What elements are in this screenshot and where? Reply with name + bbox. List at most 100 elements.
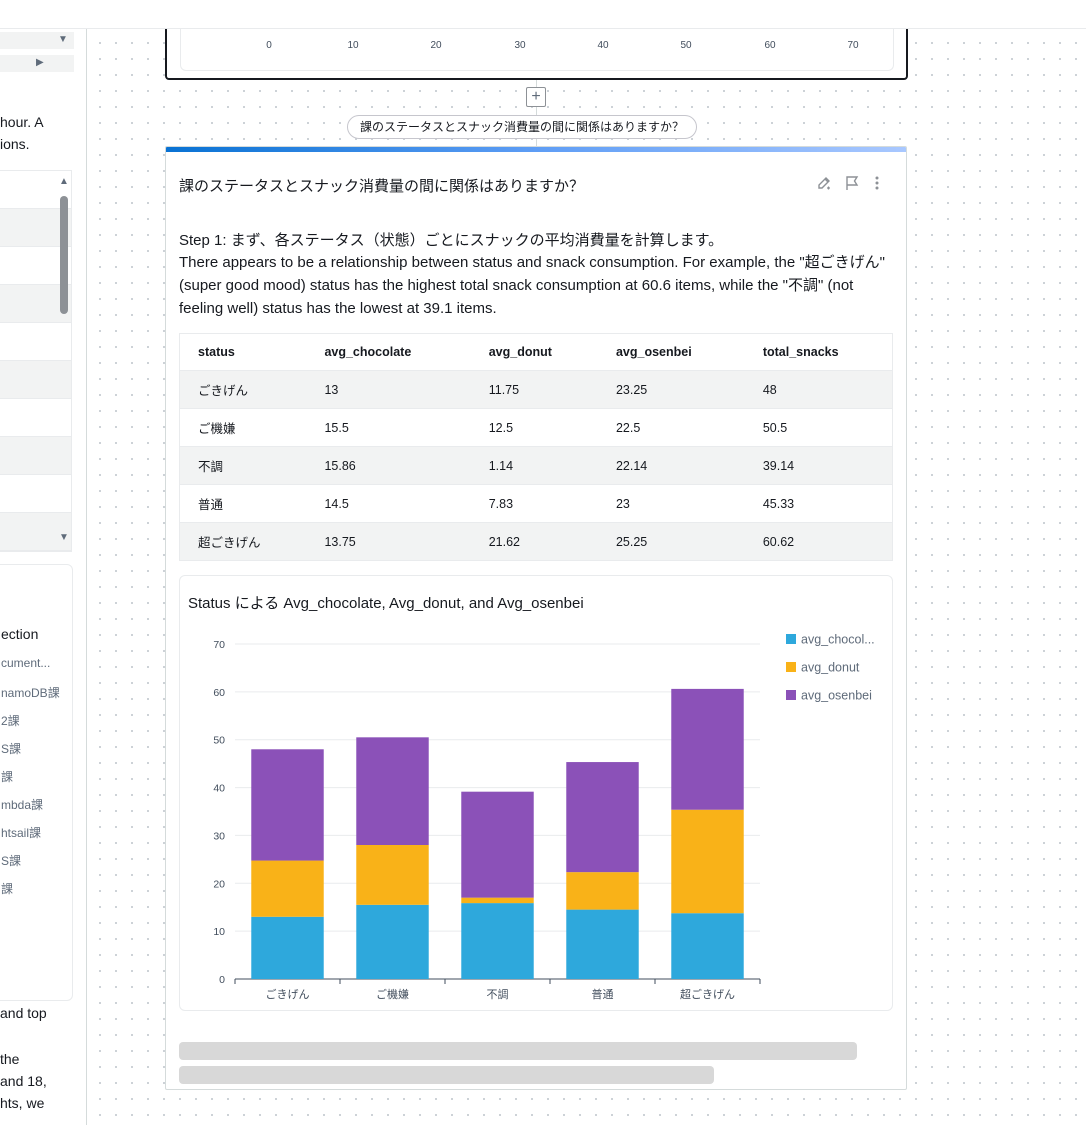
x-tick-label: 20 [430, 40, 442, 51]
column-header[interactable]: status [179, 333, 307, 371]
x-tick-label: ごきげん [266, 987, 310, 1001]
table-cell: 45.33 [744, 484, 893, 523]
table-cell: 22.14 [597, 446, 745, 485]
table-cell: 60.62 [744, 522, 893, 561]
x-tick-label: 普通 [592, 987, 614, 1001]
table-cell: 48 [744, 370, 893, 409]
scrollbar[interactable]: ▲ ▼ [56, 170, 72, 552]
x-tick-label: 30 [514, 40, 526, 51]
x-tick-label: 不調 [487, 987, 509, 1001]
legend-label: avg_osenbei [801, 689, 872, 703]
table-cell: 23 [597, 484, 745, 523]
table-cell: ごきげん [179, 370, 307, 409]
bar-segment [251, 916, 324, 979]
table-cell: ご機嫌 [179, 408, 307, 447]
result-table: status avg_chocolate avg_donut avg_osenb… [179, 333, 893, 561]
left-text-line: ions. [0, 136, 30, 152]
scroll-up-icon[interactable]: ▲ [59, 176, 69, 187]
column-header[interactable]: avg_osenbei [597, 333, 745, 371]
bar-segment [356, 737, 429, 845]
table-cell: 11.75 [470, 370, 598, 409]
legend-label: avg_donut [801, 661, 860, 675]
table-cell: 1.14 [470, 446, 598, 485]
section-heading: ection [1, 626, 39, 642]
bar-segment [251, 749, 324, 861]
table-cell: 不調 [179, 446, 307, 485]
left-text-line: and top [0, 1005, 47, 1021]
table-row: 超ごきげん 13.75 21.62 25.25 60.62 [179, 522, 893, 561]
notebook-canvas: 0 10 20 30 40 50 60 70 + 課のステータスとスナック消費量… [88, 29, 1086, 1125]
table-cell: 23.25 [597, 370, 745, 409]
y-tick-label: 20 [213, 878, 225, 890]
list-item[interactable]: htsail課 [1, 824, 41, 841]
caret-down-icon[interactable]: ▼ [58, 34, 68, 45]
table-cell: 21.62 [470, 522, 598, 561]
left-text-line: and 18, [0, 1073, 47, 1089]
table-cell: 13.75 [306, 522, 471, 561]
legend-swatch [786, 662, 796, 672]
edit-icon[interactable] [816, 175, 832, 194]
left-card: ection cument... namoDB課 2課 S課 課 mbda課 h… [0, 564, 73, 1001]
left-text-line: hour. A [0, 114, 44, 130]
chart-card: Status による Avg_chocolate, Avg_donut, and… [179, 575, 893, 1011]
more-icon[interactable] [874, 175, 880, 194]
table-cell: 25.25 [597, 522, 745, 561]
list-item[interactable]: 2課 [1, 712, 20, 729]
table-row: ごきげん 13 11.75 23.25 48 [179, 370, 893, 409]
question-pill[interactable]: 課のステータスとスナック消費量の間に関係はありますか？ [347, 115, 698, 139]
step-description: Step 1: まず、各ステータス（状態）ごとにスナックの平均消費量を計算します… [179, 232, 724, 249]
y-tick-label: 50 [213, 735, 225, 747]
list-item[interactable]: S課 [1, 740, 21, 757]
top-bar [0, 0, 1086, 29]
list-item[interactable]: S課 [1, 852, 21, 869]
x-tick-label: 50 [680, 40, 692, 51]
list-item[interactable]: mbda課 [1, 796, 43, 813]
x-tick-label: ご機嫌 [376, 987, 409, 1001]
previous-chart-card[interactable]: 0 10 20 30 40 50 60 70 [165, 29, 908, 80]
list-item[interactable]: 課 [1, 768, 13, 785]
table-row: ご機嫌 15.5 12.5 22.5 50.5 [179, 408, 893, 447]
loading-skeleton [179, 1066, 714, 1084]
column-header[interactable]: avg_chocolate [306, 333, 471, 371]
left-text-line: hts, we [0, 1095, 45, 1111]
y-tick-label: 60 [213, 687, 225, 699]
list-item[interactable]: cument... [1, 656, 50, 670]
answer-summary: There appears to be a relationship betwe… [179, 254, 886, 317]
table-cell: 39.14 [744, 446, 893, 485]
table-cell: 50.5 [744, 408, 893, 447]
legend-swatch [786, 634, 796, 644]
bar-segment [566, 762, 639, 873]
y-tick-label: 40 [213, 783, 225, 795]
add-node-button[interactable]: + [526, 87, 546, 107]
y-tick-label: 10 [213, 926, 225, 938]
list-item[interactable]: namoDB課 [1, 684, 60, 701]
legend-swatch [786, 690, 796, 700]
loading-skeleton [179, 1042, 857, 1060]
answer-card: 課のステータスとスナック消費量の間に関係はありますか？ Step 1: まず、各… [165, 146, 907, 1090]
stacked-bar-chart: 0 10 20 30 40 50 60 70 ごきげん ご機嫌 不調 普通 超ごきげん avg_choco… [213, 633, 875, 1002]
scroll-down-icon[interactable]: ▼ [59, 532, 69, 543]
x-tick-label: 40 [597, 40, 609, 51]
column-header[interactable]: avg_donut [470, 333, 598, 371]
table-cell: 12.5 [470, 408, 598, 447]
y-tick-label: 70 [213, 639, 225, 651]
caret-right-icon[interactable]: ▶ [36, 57, 44, 68]
bar-segment [461, 903, 534, 979]
table-row: 不調 15.86 1.14 22.14 39.14 [179, 446, 893, 485]
scrollbar-thumb[interactable] [60, 196, 68, 314]
bar-segment [251, 860, 324, 917]
column-header[interactable]: total_snacks [744, 333, 893, 371]
table-cell: 超ごきげん [179, 522, 307, 561]
bar-segment [566, 909, 639, 979]
bar-segment [566, 872, 639, 910]
accent-bar [166, 147, 906, 152]
x-tick-label: 60 [764, 40, 776, 51]
y-tick-label: 30 [213, 830, 225, 842]
table-cell: 14.5 [306, 484, 471, 523]
bar-segment [356, 904, 429, 979]
table-cell: 13 [306, 370, 471, 409]
table-header-row: status avg_chocolate avg_donut avg_osenb… [179, 333, 893, 371]
flag-icon[interactable] [844, 175, 860, 194]
list-item[interactable]: 課 [1, 880, 13, 897]
legend-label: avg_chocol... [801, 633, 875, 647]
